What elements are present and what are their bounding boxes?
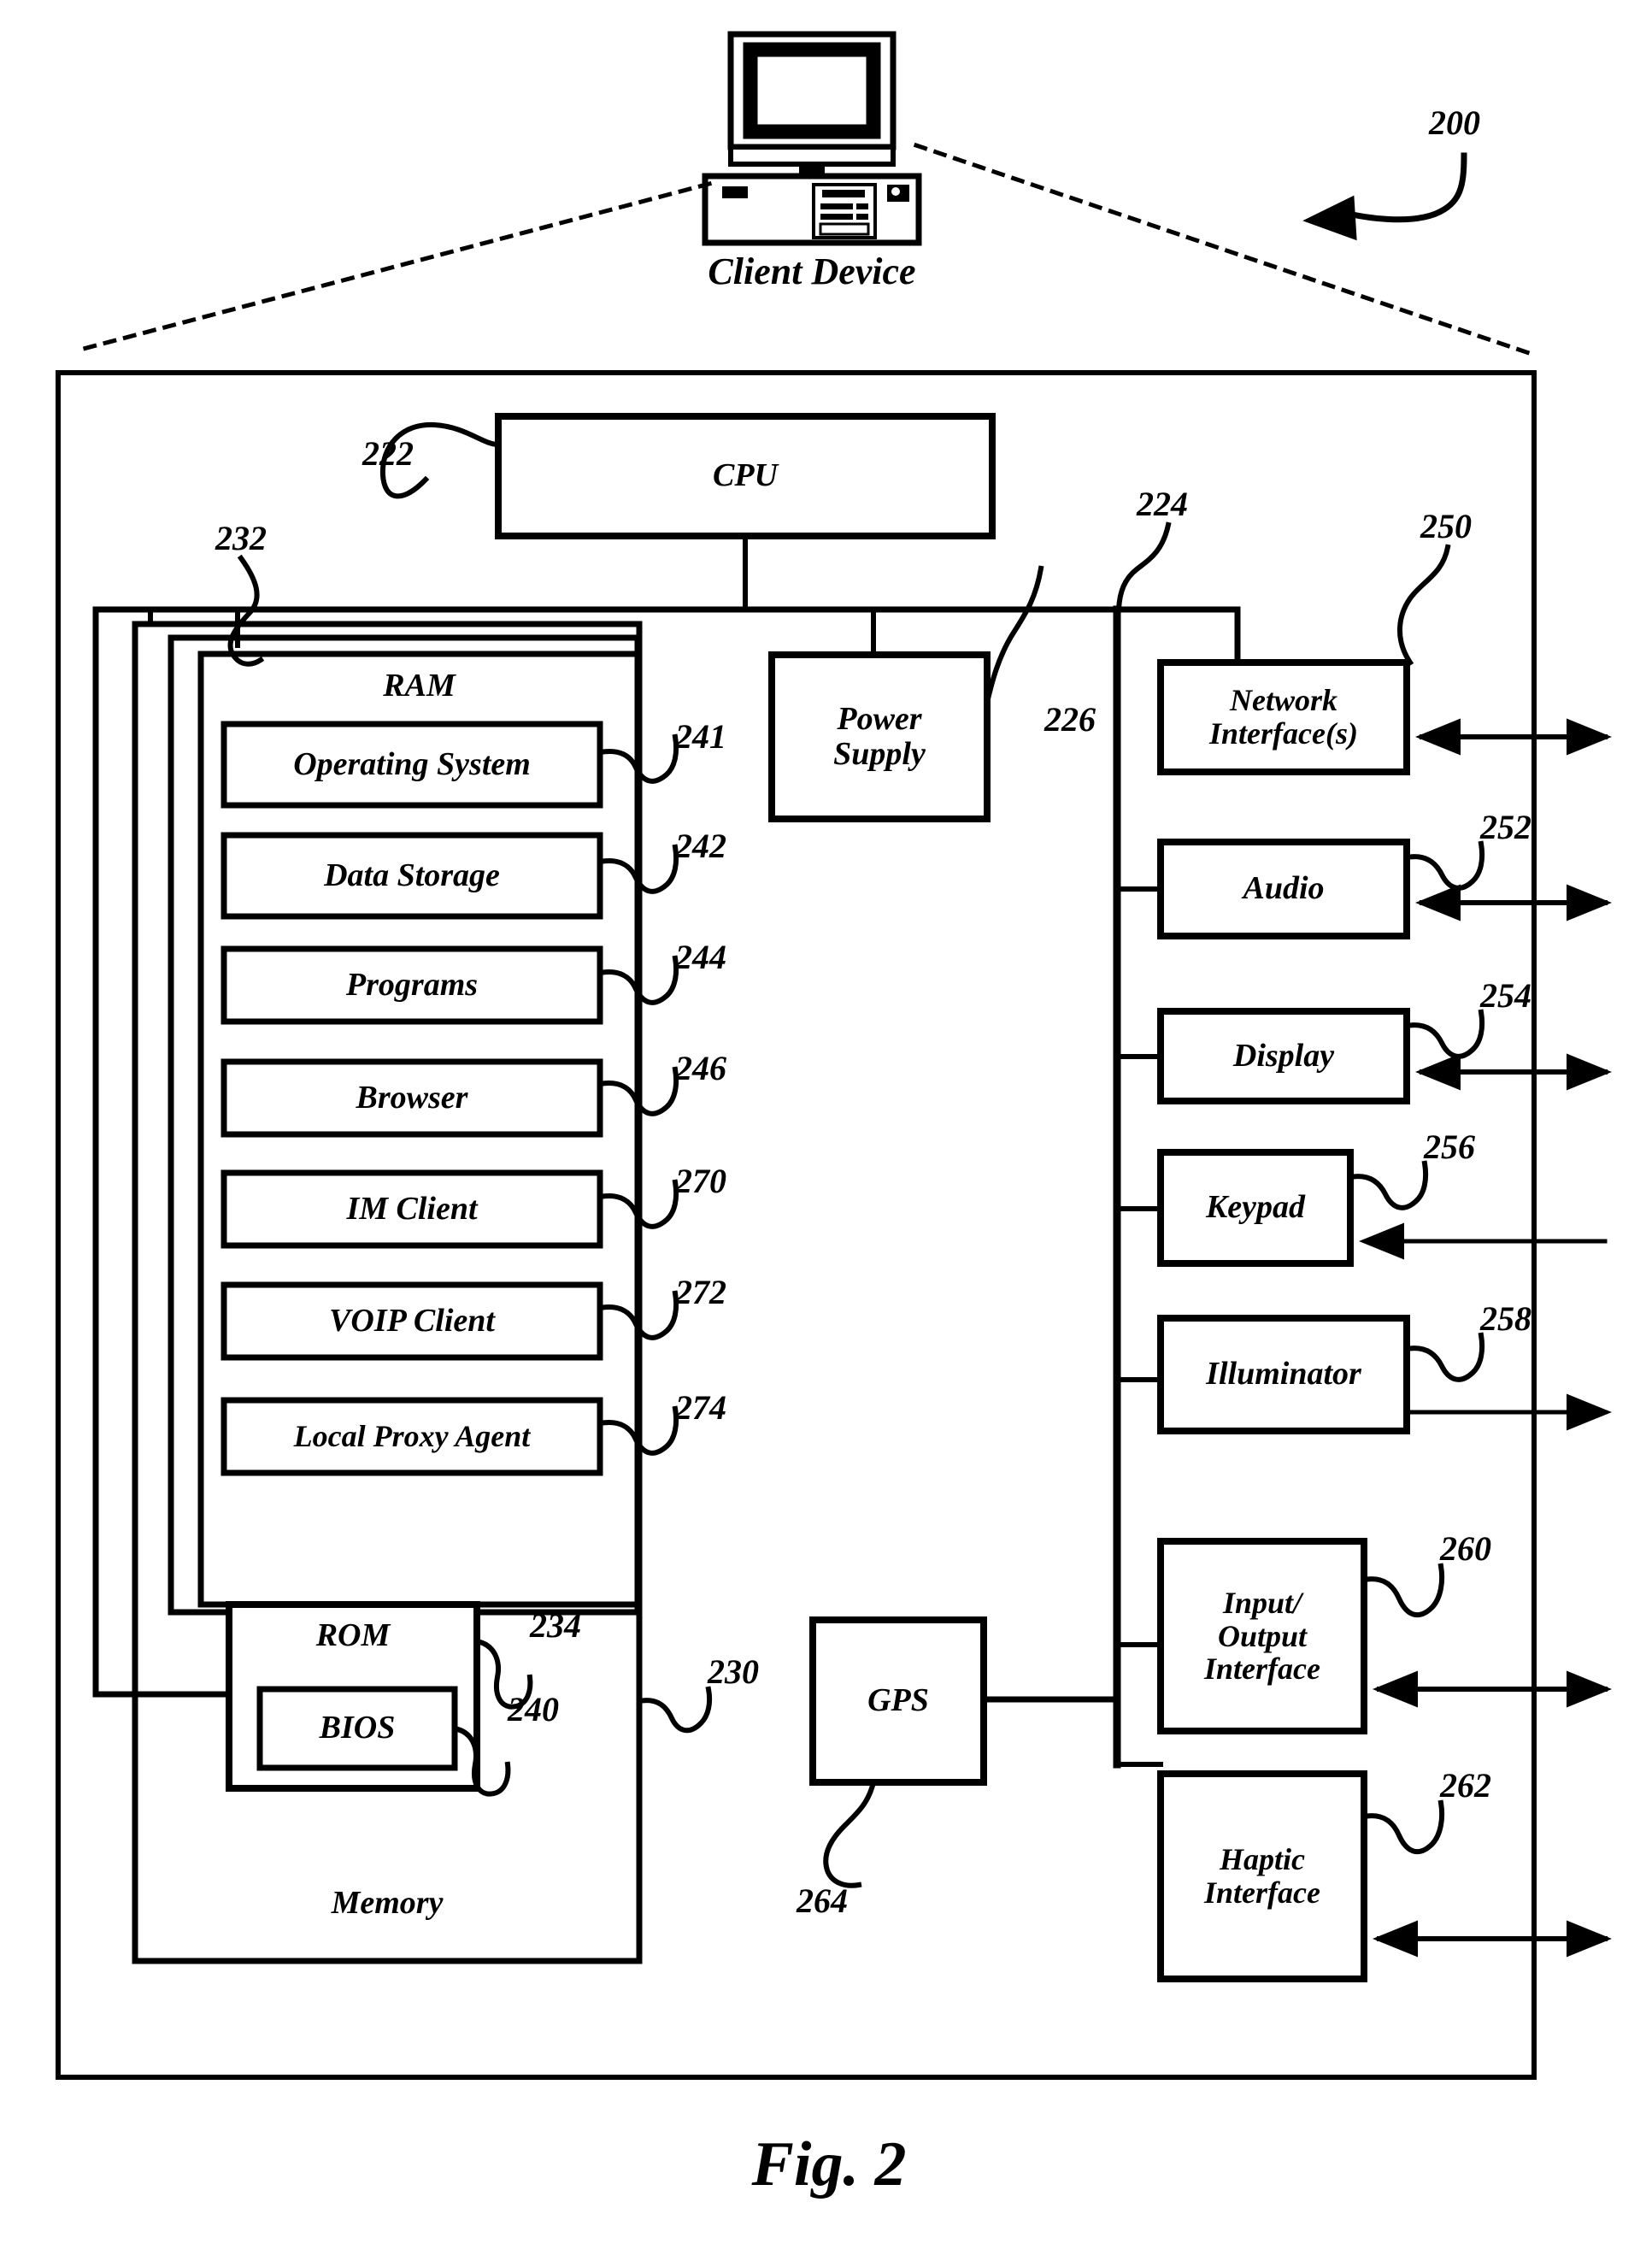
ref-264: 264 xyxy=(797,1881,848,1920)
ram-label: RAM xyxy=(383,668,456,704)
ref-224: 224 xyxy=(1137,485,1188,523)
netif-label: Network Interface(s) xyxy=(1209,683,1358,751)
power-label: Power Supply xyxy=(833,700,926,772)
ref-230: 230 xyxy=(708,1652,759,1691)
display-label: Display xyxy=(1232,1037,1335,1074)
client-device-icon xyxy=(702,31,922,246)
audio-label: Audio xyxy=(1243,870,1325,907)
proxyagent-label: Local Proxy Agent xyxy=(293,1419,531,1454)
ref-252: 252 xyxy=(1480,808,1531,846)
ref-256: 256 xyxy=(1424,1128,1475,1166)
ref-222: 222 xyxy=(362,434,414,473)
ref-244: 244 xyxy=(675,938,726,976)
datastorage-label: Data Storage xyxy=(324,857,500,893)
ref-262: 262 xyxy=(1440,1766,1491,1805)
ref-274: 274 xyxy=(675,1388,726,1427)
os-label: Operating System xyxy=(293,745,531,782)
ref-226: 226 xyxy=(1044,700,1096,739)
ref-260: 260 xyxy=(1440,1529,1491,1568)
expansion-leader-right xyxy=(913,142,1537,358)
client-device-label: Client Device xyxy=(708,250,916,293)
system-bus-left-branch xyxy=(92,606,232,1698)
memory-label: Memory xyxy=(331,1885,444,1922)
keypad-label: Keypad xyxy=(1205,1189,1306,1226)
rom-label: ROM xyxy=(315,1617,391,1654)
patent-figure-sheet: Client Device 200 CPU 222 232 224 250 RA… xyxy=(0,0,1652,2267)
voipclient-label: VOIP Client xyxy=(329,1302,495,1339)
ref-272: 272 xyxy=(675,1273,726,1311)
ref-241: 241 xyxy=(675,717,726,756)
io-label: Input/ Output Interface xyxy=(1204,1585,1320,1687)
ref-242: 242 xyxy=(675,827,726,865)
cpu-label: CPU xyxy=(713,457,778,494)
bios-label: BIOS xyxy=(319,1710,396,1746)
ref-254: 254 xyxy=(1480,976,1531,1015)
system-ref-arrow xyxy=(1302,152,1467,241)
imclient-label: IM Client xyxy=(346,1190,478,1227)
gps-label: GPS xyxy=(867,1682,929,1719)
ref-250: 250 xyxy=(1420,507,1472,545)
ref-234: 234 xyxy=(530,1606,581,1645)
ref-232: 232 xyxy=(215,519,267,557)
ref-200: 200 xyxy=(1429,103,1480,142)
programs-label: Programs xyxy=(345,966,479,1003)
expansion-leader-left xyxy=(73,180,713,354)
haptic-label: Haptic Interface xyxy=(1204,1842,1320,1910)
illuminator-label: Illuminator xyxy=(1206,1356,1361,1393)
ref-240: 240 xyxy=(508,1690,559,1728)
ref-270: 270 xyxy=(675,1162,726,1200)
ref-258: 258 xyxy=(1480,1299,1531,1338)
figure-caption: Fig. 2 xyxy=(751,2129,907,2199)
browser-label: Browser xyxy=(356,1079,468,1116)
ref-246: 246 xyxy=(675,1049,726,1087)
